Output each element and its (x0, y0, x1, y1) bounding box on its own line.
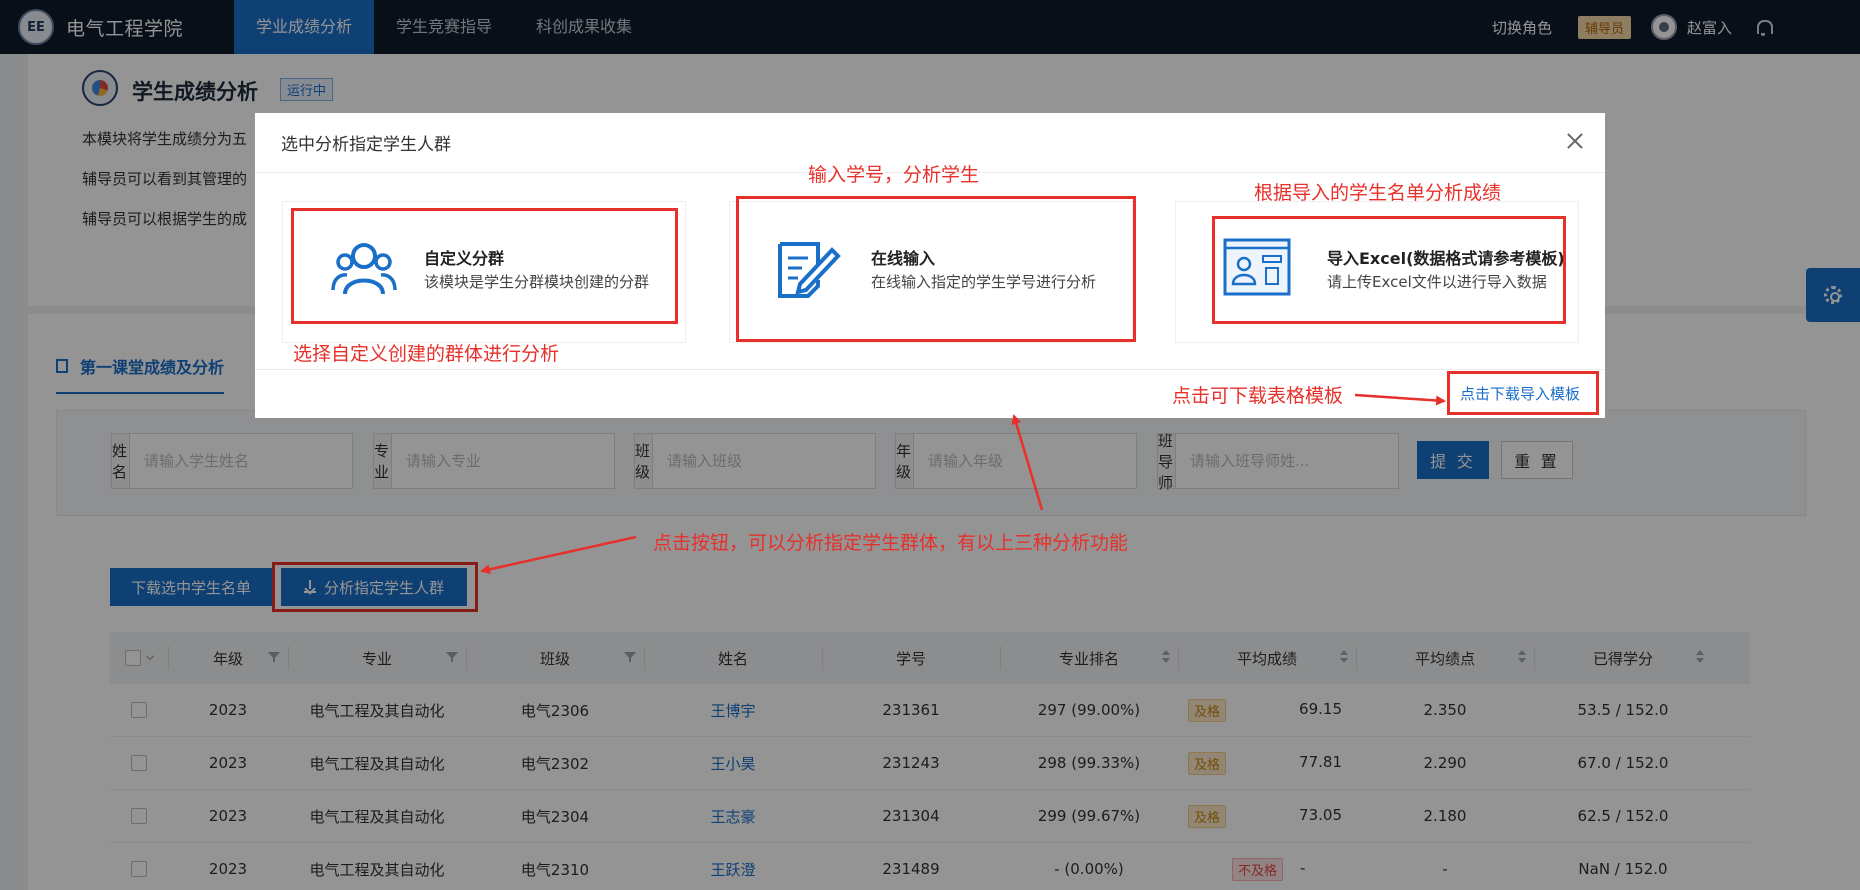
annotation-excel: 根据导入的学生名单分析成绩 (1254, 182, 1502, 204)
annotation-online: 输入学号，分析学生 (808, 164, 980, 186)
download-template-link[interactable]: 点击下载导入模板 (1460, 383, 1580, 404)
modal-title: 选中分析指定学生人群 (281, 135, 451, 155)
close-icon[interactable] (1563, 129, 1587, 153)
download-template-highlight: 点击下载导入模板 (1447, 371, 1599, 415)
highlight-online-input (736, 196, 1136, 342)
annotation-custom: 选择自定义创建的群体进行分析 (293, 343, 560, 365)
annotation-template: 点击可下载表格模板 (1172, 385, 1344, 407)
annotation-button: 点击按钮，可以分析指定学生群体，有以上三种分析功能 (653, 532, 1129, 554)
modal-footer-divider (255, 369, 1605, 370)
highlight-custom-group (291, 208, 678, 324)
highlight-import-excel (1212, 216, 1566, 324)
select-group-modal: 选中分析指定学生人群 自定义分群 该模块是学生分群模块创建的分群 在线输入 在线… (255, 113, 1605, 418)
